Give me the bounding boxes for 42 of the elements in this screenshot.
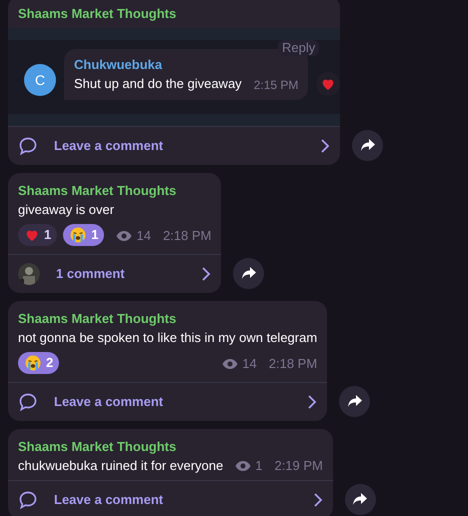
post-time: 2:18 PM <box>162 227 212 245</box>
post-time: 2:19 PM <box>274 457 323 475</box>
channel-name: Shaams Market Thoughts <box>18 182 178 200</box>
reply-label: Reply <box>278 40 320 56</box>
post-text: giveaway is over <box>18 201 114 219</box>
reaction-button[interactable]: 1 <box>63 224 104 246</box>
forward-button[interactable] <box>339 386 370 416</box>
forward-button[interactable] <box>344 484 376 514</box>
crying-face-icon <box>24 354 42 372</box>
channel-name: Shaams Market Thoughts <box>18 310 178 328</box>
post-text: chukwuebuka ruined it for everyone <box>18 457 224 475</box>
comments-link[interactable]: 1 comment <box>8 254 222 292</box>
eye-icon <box>116 230 132 242</box>
post-time: 2:18 PM <box>268 355 318 373</box>
post-text: not gonna be spoken to like this in my own telegram <box>18 329 318 347</box>
view-count: 14 <box>242 355 257 373</box>
comments-link[interactable]: Leave a comment <box>8 480 333 516</box>
message-time: 2:15 PM <box>254 76 298 94</box>
forward-button[interactable] <box>233 258 264 288</box>
forward-arrow-icon <box>360 138 376 152</box>
view-count: 1 <box>255 457 262 475</box>
comments-link[interactable]: Leave a comment <box>8 382 328 420</box>
message-text: Shut up and do the giveaway <box>74 75 242 93</box>
forward-arrow-icon <box>240 266 257 280</box>
reaction-button[interactable]: 2 <box>18 352 60 374</box>
chevron-right-icon <box>307 394 318 408</box>
forward-arrow-icon <box>352 492 368 506</box>
channel-name: Shaams Market Thoughts <box>18 5 178 23</box>
chevron-right-icon <box>320 138 330 152</box>
channel-name: Shaams Market Thoughts <box>18 438 178 456</box>
forward-button[interactable] <box>352 130 384 160</box>
reaction-button[interactable]: 1 <box>18 224 58 246</box>
user-avatar: C <box>24 64 56 96</box>
forward-arrow-icon <box>346 394 363 408</box>
view-count: 14 <box>136 227 151 245</box>
sender-name: Chukwuebuka <box>74 56 164 74</box>
crying-face-icon <box>69 226 88 244</box>
comments-link[interactable]: Leave a comment <box>8 126 340 164</box>
chevron-right-icon <box>201 266 212 280</box>
eye-icon <box>235 460 252 472</box>
chevron-right-icon <box>312 492 323 506</box>
eye-icon <box>222 358 238 370</box>
